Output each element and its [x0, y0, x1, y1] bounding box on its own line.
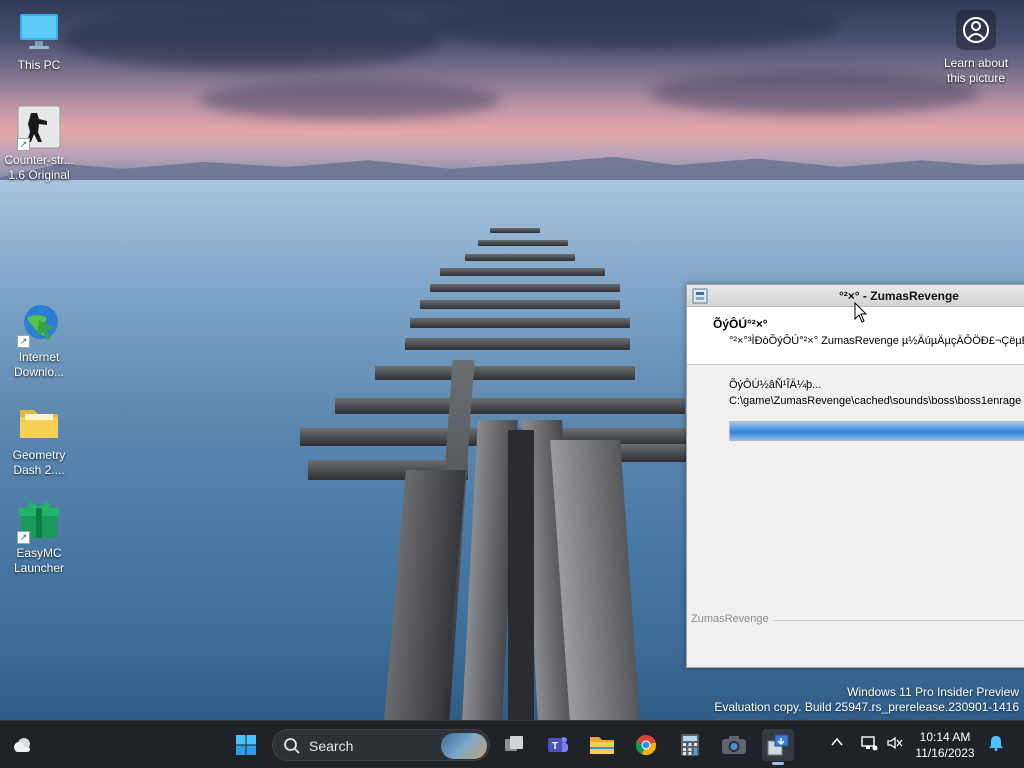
installer-body: ÕýÔÚ½âÑ¹ÎÄ¼þ... C:\game\ZumasRevenge\cac…	[687, 365, 1024, 665]
task-view-icon	[505, 736, 523, 751]
file-explorer-icon	[590, 737, 614, 754]
desktop-icon-this-pc[interactable]: This PC	[0, 10, 78, 73]
taskbar: Search T 10:14 AM 11/16/2023	[0, 720, 1024, 768]
watermark-line-2: Evaluation copy. Build 25947.rs_prerelea…	[714, 700, 1019, 714]
chrome-button[interactable]	[630, 729, 662, 761]
camera-info-icon	[956, 10, 996, 50]
install-progress-bar	[729, 421, 1024, 441]
search-icon	[284, 738, 300, 754]
mouse-cursor-icon	[854, 301, 868, 324]
branding-text: ZumasRevenge	[691, 613, 773, 625]
desktop-icon-counter-strike[interactable]: ↗ Counter-str... 1.6 Original	[0, 105, 78, 183]
calculator-icon	[681, 734, 699, 756]
desktop-icon-label: Geometry Dash 2....	[12, 448, 66, 477]
desktop-icon-internet-download[interactable]: ↗ Internet Downlo...	[0, 302, 78, 380]
learn-about-label: Learn about this picture	[943, 56, 1009, 85]
calculator-button[interactable]	[674, 729, 706, 761]
folder-icon	[17, 400, 61, 444]
wallpaper-cloud	[200, 80, 500, 120]
gift-icon: ↗	[17, 498, 61, 544]
file-explorer-button[interactable]	[586, 729, 618, 761]
desktop-icon-label: EasyMC Launcher	[13, 546, 65, 575]
desktop-icon-easymc[interactable]: ↗ EasyMC Launcher	[0, 498, 78, 576]
shortcut-arrow-icon: ↗	[17, 531, 30, 544]
wallpaper-cloud	[60, 10, 440, 70]
wallpaper-cloud	[420, 0, 840, 50]
installer-window[interactable]: °²×° - ZumasRevenge ÕýÔÚ°²×° °²×°³ÌÐòÕýÔ…	[686, 284, 1024, 668]
window-title: °²×° - ZumasRevenge	[839, 289, 959, 303]
windows-watermark: Windows 11 Pro Insider Preview Evaluatio…	[714, 685, 1019, 715]
camera-icon	[722, 736, 746, 754]
task-view-button[interactable]	[498, 729, 530, 761]
teams-icon: T	[548, 737, 568, 752]
chrome-icon	[635, 735, 657, 756]
widgets-button[interactable]	[6, 729, 38, 761]
learn-about-picture[interactable]: Learn about this picture	[938, 10, 1014, 86]
desktop-icon-label: This PC	[17, 58, 61, 72]
installer-branding: ZumasRevenge	[691, 613, 1024, 627]
install-status-text: ÕýÔÚ½âÑ¹ÎÄ¼þ...	[729, 379, 822, 391]
start-button[interactable]	[230, 729, 262, 761]
svg-text:T: T	[552, 741, 558, 752]
desktop-icon-label: Counter-str... 1.6 Original	[4, 153, 74, 182]
installer-icon	[767, 734, 789, 756]
volume-muted-icon[interactable]	[886, 735, 904, 755]
shortcut-arrow-icon: ↗	[17, 138, 30, 151]
globe-download-icon: ↗	[17, 302, 61, 348]
counter-strike-icon: ↗	[17, 105, 61, 151]
installer-app-icon	[692, 288, 708, 304]
wallpaper-cloud	[650, 70, 980, 115]
camera-button[interactable]	[718, 729, 750, 761]
clock-date: 11/16/2023	[915, 746, 975, 760]
desktop-icon-geometry-dash[interactable]: Geometry Dash 2....	[0, 400, 78, 478]
search-highlight-image	[441, 733, 487, 759]
install-progress-fill	[730, 422, 1024, 440]
start-icon	[236, 735, 256, 755]
installer-taskbar-button[interactable]	[762, 729, 794, 765]
teams-button[interactable]: T	[542, 729, 574, 761]
installer-header-subtitle: °²×°³ÌÐòÕýÔÚ°²×° ZumasRevenge µ½ÄúµÄµçÄÔ…	[729, 335, 1024, 347]
watermark-line-1: Windows 11 Pro Insider Preview	[847, 685, 1019, 699]
search-placeholder: Search	[309, 738, 354, 754]
notification-bell-icon[interactable]	[988, 735, 1004, 755]
taskbar-search[interactable]: Search	[272, 729, 490, 761]
chevron-up-icon[interactable]	[830, 735, 844, 753]
shortcut-arrow-icon: ↗	[17, 335, 30, 348]
desktop-icon-label: Internet Downlo...	[13, 350, 65, 379]
installer-header-title: ÕýÔÚ°²×°	[713, 317, 768, 331]
monitor-icon	[17, 10, 61, 54]
install-current-file: C:\game\ZumasRevenge\cached\sounds\boss\…	[729, 395, 1022, 407]
clock[interactable]: 10:14 AM 11/16/2023	[910, 730, 980, 760]
network-icon[interactable]	[860, 735, 878, 755]
widgets-icon	[14, 738, 30, 752]
clock-time: 10:14 AM	[919, 730, 971, 744]
